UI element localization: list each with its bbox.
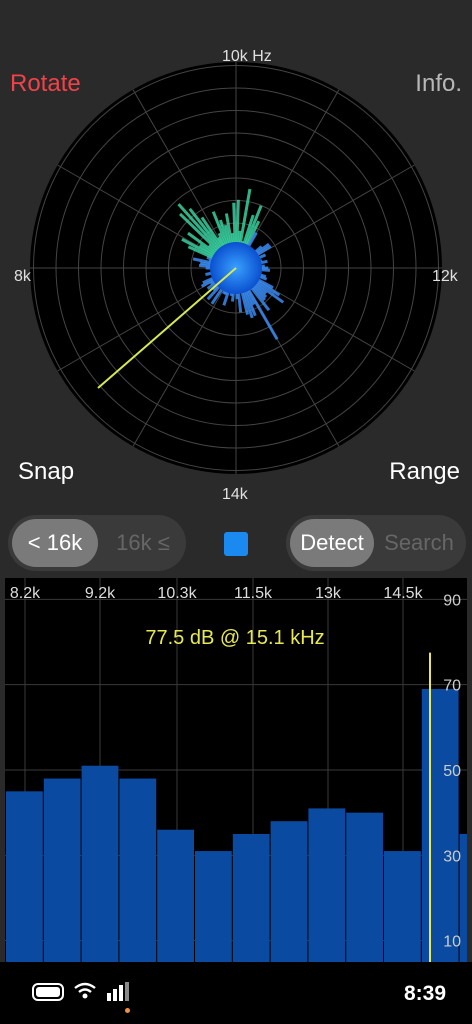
frequency-tick-label: 9.2k [85,585,116,602]
db-tick-label: 50 [443,763,461,780]
spectrum-bar [195,851,232,962]
below-16k-option[interactable]: < 16k [12,519,98,567]
rotate-button[interactable]: Rotate [10,70,81,98]
frequency-tick-label: 10.3k [157,585,197,602]
app-screen: 10k Hz 8k 12k 14k Rotate Info. Snap Rang… [0,0,472,1024]
db-tick-label: 70 [443,678,461,695]
color-swatch-button[interactable] [224,532,248,556]
mode-toggle: Detect Search [286,515,466,571]
spectrum-bar [232,834,270,962]
frequency-range-toggle: < 16k 16k ≤ [8,515,186,571]
polar-label-top: 10k Hz [222,48,272,65]
wifi-icon [74,982,96,999]
snap-button[interactable]: Snap [18,458,74,486]
battery-icon [32,983,64,1001]
spectrum-bar [346,812,383,962]
polar-label-left: 8k [14,268,31,285]
spectrum-bar [308,808,346,962]
range-button[interactable]: Range [389,458,460,486]
recording-indicator-dot [125,1008,130,1013]
info-button[interactable]: Info. [415,70,462,98]
spectrum-bar [157,829,194,962]
frequency-tick-label: 13k [315,585,342,602]
signal-strength-icon [107,982,129,1001]
spectrum-bar [43,778,81,962]
peak-readout: 77.5 dB @ 15.1 kHz [145,627,324,649]
db-tick-label: 90 [443,592,461,609]
frequency-tick-label: 11.5k [234,585,273,602]
spectrum-bar [384,851,421,962]
status-bar [0,962,472,1024]
polar-label-bottom: 14k [222,486,248,503]
spectrum-bar [270,821,308,962]
spectrum-bar [421,688,459,962]
polar-label-right: 12k [432,268,458,285]
frequency-tick-label: 14.5k [383,585,423,602]
status-time: 8:39 [403,982,446,1005]
spectrum-bar [119,778,157,962]
spectrum-bar [81,765,119,962]
search-option[interactable]: Search [376,519,462,567]
db-tick-label: 10 [443,934,461,951]
detect-option[interactable]: Detect [290,519,374,567]
frequency-tick-label: 8.2k [10,585,41,602]
spectrum-bar [6,791,43,962]
db-tick-label: 30 [443,848,461,865]
spectrum-chart: 8.2k 9.2k 10.3k 11.5k 13k 14.5k 90 70 50 30 10 77… [5,578,467,962]
above-16k-option[interactable]: 16k ≤ [100,519,186,567]
